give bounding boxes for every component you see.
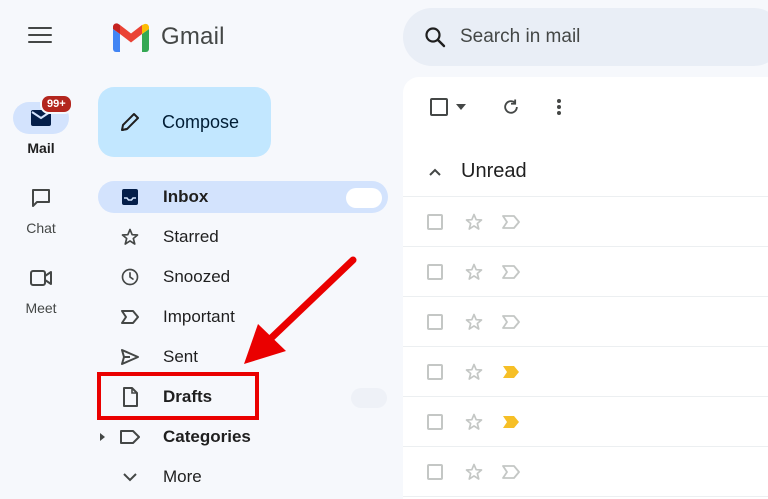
nav-item-snoozed[interactable]: Snoozed <box>98 261 388 293</box>
main-menu-icon[interactable] <box>28 27 52 47</box>
compose-label: Compose <box>162 111 240 132</box>
gmail-m-icon <box>112 23 149 52</box>
nav-item-more[interactable]: More <box>98 461 388 493</box>
important-marker-icon[interactable] <box>501 415 521 429</box>
select-all-checkbox[interactable] <box>430 98 448 116</box>
star-icon[interactable] <box>464 412 484 432</box>
table-row[interactable] <box>403 347 768 397</box>
pencil-icon <box>121 113 139 131</box>
nav-label-sent: Sent <box>163 347 198 366</box>
select-all-dropdown[interactable] <box>425 97 471 117</box>
search-bar[interactable] <box>403 8 768 66</box>
nav-label-categories: Categories <box>163 427 251 446</box>
important-icon <box>118 305 142 329</box>
nav-label-important: Important <box>163 307 235 326</box>
message-list-panel: Unread <box>403 77 768 499</box>
star-icon <box>118 225 142 249</box>
inbox-count-pill <box>346 188 382 208</box>
list-toolbar <box>403 77 768 137</box>
important-marker-icon[interactable] <box>501 365 521 379</box>
rail-label-mail: Mail <box>27 140 55 156</box>
nav-item-sent[interactable]: Sent <box>98 341 388 373</box>
important-marker-icon[interactable] <box>501 315 521 329</box>
table-row[interactable] <box>403 297 768 347</box>
star-icon[interactable] <box>464 312 484 332</box>
row-checkbox[interactable] <box>427 364 443 380</box>
rail-label-meet: Meet <box>25 300 57 316</box>
nav-item-starred[interactable]: Starred <box>98 221 388 253</box>
nav-label-more: More <box>163 467 202 486</box>
table-row[interactable] <box>403 197 768 247</box>
drafts-count-pill <box>351 388 387 408</box>
nav-label-starred: Starred <box>163 227 219 246</box>
inbox-icon <box>118 185 142 209</box>
star-icon[interactable] <box>464 212 484 232</box>
label-icon <box>118 425 142 449</box>
important-marker-icon[interactable] <box>501 265 521 279</box>
send-icon <box>118 345 142 369</box>
more-vert-icon[interactable] <box>549 95 569 119</box>
search-icon[interactable] <box>423 25 447 49</box>
table-row[interactable] <box>403 447 768 497</box>
important-marker-icon[interactable] <box>501 465 521 479</box>
rail-label-chat: Chat <box>26 220 56 236</box>
row-checkbox[interactable] <box>427 214 443 230</box>
nav-item-categories[interactable]: Categories <box>98 421 388 453</box>
chevron-up-icon[interactable] <box>429 167 441 177</box>
clock-icon <box>118 265 142 289</box>
unread-badge: 99+ <box>40 94 73 114</box>
rail-item-mail[interactable]: 99+ Mail <box>0 94 82 156</box>
nav-label-drafts: Drafts <box>163 387 213 406</box>
nav-label-inbox: Inbox <box>163 187 209 206</box>
mail-icon: 99+ <box>13 94 73 134</box>
section-unread[interactable]: Unread <box>403 147 768 197</box>
gmail-logo[interactable]: Gmail <box>111 21 225 53</box>
star-icon[interactable] <box>464 462 484 482</box>
rail-item-meet[interactable]: Meet <box>0 262 82 316</box>
app-rail: 99+ Mail Chat Meet <box>0 0 82 499</box>
nav-label-snoozed: Snoozed <box>163 267 231 286</box>
nav-item-drafts[interactable]: Drafts <box>98 381 388 413</box>
star-icon[interactable] <box>464 362 484 382</box>
nav-item-inbox[interactable]: Inbox <box>98 181 388 213</box>
compose-button[interactable]: Compose <box>98 87 271 157</box>
draft-icon <box>118 385 142 409</box>
expand-arrow-icon[interactable] <box>97 432 107 442</box>
search-input[interactable] <box>460 26 760 48</box>
star-icon[interactable] <box>464 262 484 282</box>
nav-item-important[interactable]: Important <box>98 301 388 333</box>
section-title: Unread <box>461 160 527 182</box>
important-marker-icon[interactable] <box>501 215 521 229</box>
row-checkbox[interactable] <box>427 414 443 430</box>
row-checkbox[interactable] <box>427 314 443 330</box>
chevron-down-icon <box>118 465 142 489</box>
table-row[interactable] <box>403 247 768 297</box>
caret-down-icon[interactable] <box>456 104 466 110</box>
table-row[interactable] <box>403 397 768 447</box>
rail-item-chat[interactable]: Chat <box>0 182 82 236</box>
row-checkbox[interactable] <box>427 264 443 280</box>
chat-icon <box>13 182 69 214</box>
logo-text: Gmail <box>161 23 225 50</box>
meet-icon <box>13 262 69 294</box>
row-checkbox[interactable] <box>427 464 443 480</box>
refresh-icon[interactable] <box>499 95 523 119</box>
